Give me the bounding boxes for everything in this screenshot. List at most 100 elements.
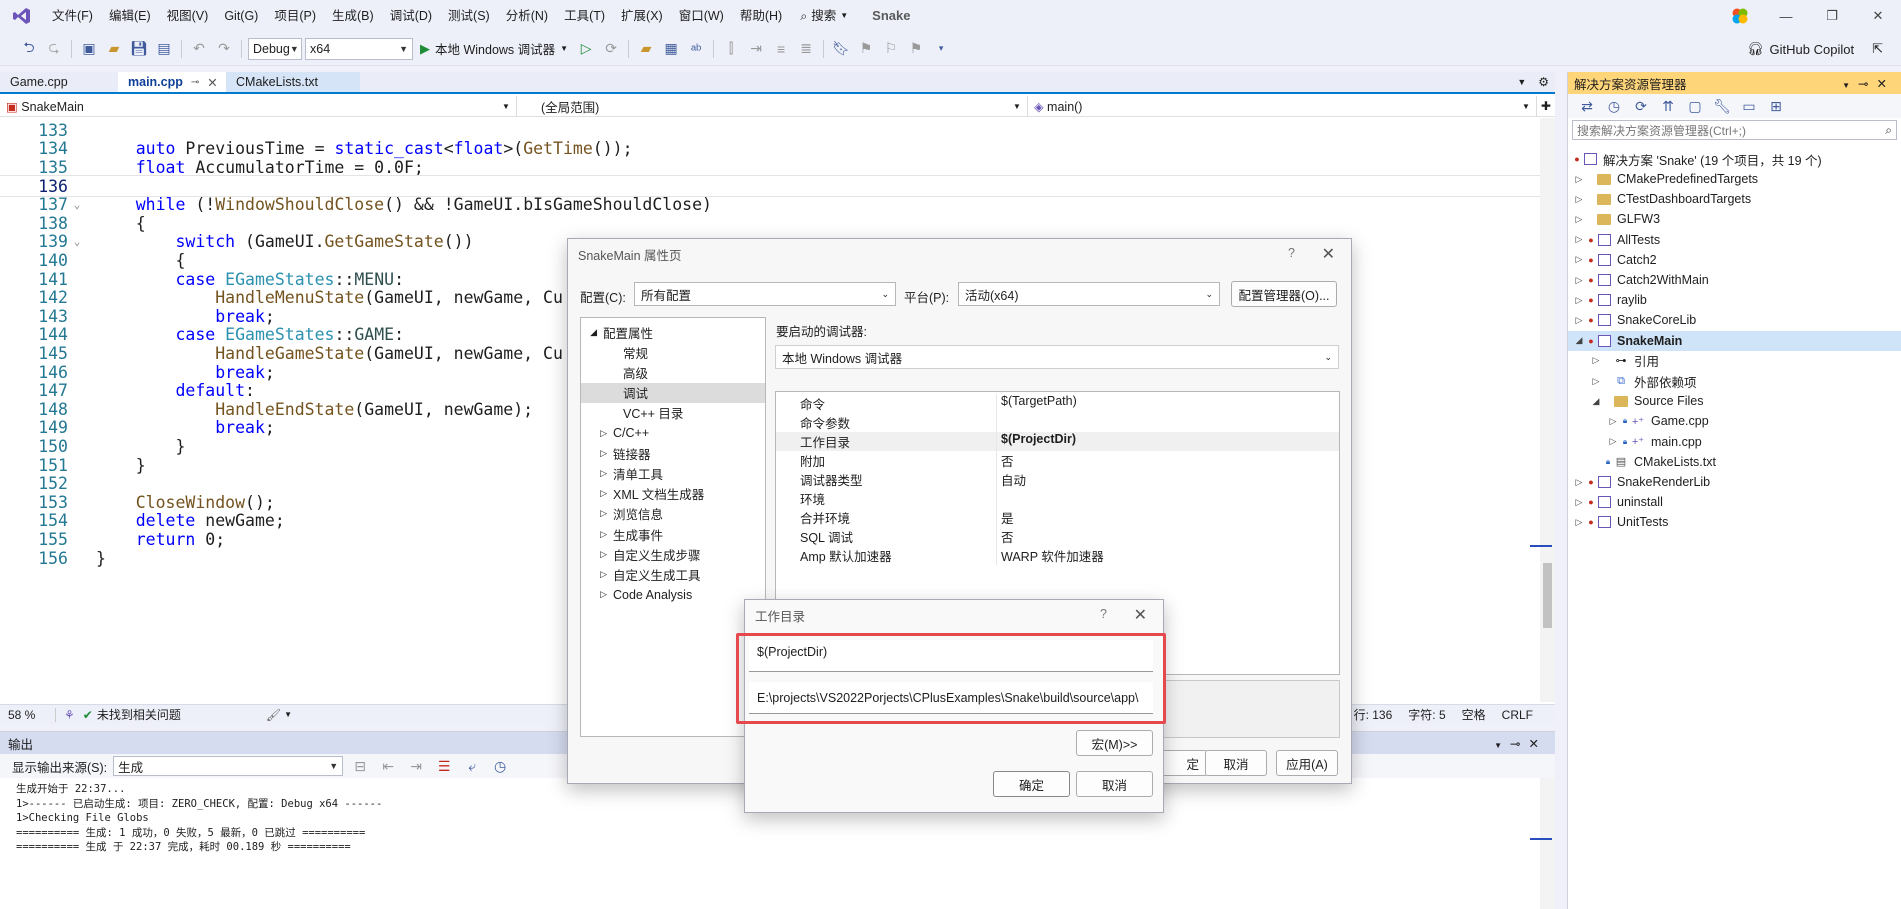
forward-icon[interactable]: ⮎: [43, 38, 65, 60]
line-indicator[interactable]: 行: 136: [1354, 706, 1409, 723]
menu-tools[interactable]: 工具(T): [556, 0, 613, 32]
comment-icon[interactable]: ≡: [770, 38, 792, 60]
bookmark-icon[interactable]: 🔖︎: [830, 38, 852, 60]
cancel-button[interactable]: 取消: [1076, 771, 1153, 797]
config-manager-button[interactable]: 配置管理器(O)...: [1231, 281, 1337, 307]
save-all-icon[interactable]: ▤: [153, 38, 175, 60]
indent-icon[interactable]: ⇥: [745, 38, 767, 60]
expand-arrow-icon[interactable]: ▷: [581, 448, 613, 459]
tree-item[interactable]: ▷ ● SnakeRenderLib: [1568, 472, 1901, 492]
close-icon[interactable]: ✕: [1134, 605, 1147, 625]
next-message-icon[interactable]: ⇥: [405, 755, 427, 777]
tree-item[interactable]: ◢ Source Files: [1568, 391, 1901, 411]
property-row[interactable]: 合并环境 是: [776, 508, 1339, 527]
tree-item[interactable]: ▷ ● raylib: [1568, 290, 1901, 310]
menu-git[interactable]: Git(G): [216, 0, 266, 32]
new-project-icon[interactable]: ▣: [78, 38, 100, 60]
output-scrollbar[interactable]: [1530, 778, 1555, 909]
expand-arrow-icon[interactable]: ▷: [581, 589, 613, 600]
expand-arrow-icon[interactable]: ▷: [1572, 497, 1586, 508]
property-tree-item[interactable]: ▷ 链接器: [581, 443, 765, 463]
expand-arrow-icon[interactable]: ▷: [1572, 194, 1586, 205]
expand-arrow-icon[interactable]: ▷: [581, 569, 613, 580]
property-tree-item[interactable]: 高级: [581, 362, 765, 382]
align-icon[interactable]: ⫿: [720, 38, 742, 60]
eol-indicator[interactable]: CRLF: [1502, 708, 1555, 722]
tree-item[interactable]: ▷ ● AllTests: [1568, 230, 1901, 250]
expand-arrow-icon[interactable]: ◢: [581, 327, 603, 338]
expand-arrow-icon[interactable]: ▷: [1589, 355, 1603, 366]
expand-arrow-icon[interactable]: ▷: [1572, 295, 1586, 306]
tree-item[interactable]: 🔒︎ ▤ CMakeLists.txt: [1568, 452, 1901, 472]
clear-bookmarks-icon[interactable]: ⚑: [905, 38, 927, 60]
zoom-level[interactable]: 58 %: [0, 707, 56, 722]
restore-icon[interactable]: ❐: [1809, 0, 1855, 32]
browse-folder-icon[interactable]: ▰: [635, 38, 657, 60]
property-tree-item[interactable]: ▷ 浏览信息: [581, 504, 765, 524]
char-indicator[interactable]: 字符: 5: [1408, 706, 1461, 723]
pin-icon[interactable]: ⊸: [1510, 737, 1528, 751]
close-icon[interactable]: ✕: [1322, 244, 1335, 264]
search-menu[interactable]: ⌕ 搜索 ▼: [790, 0, 858, 32]
back-icon[interactable]: ⮌: [18, 38, 40, 60]
prev-bookmark-icon[interactable]: ⚑: [855, 38, 877, 60]
tree-item[interactable]: ▷ CTestDashboardTargets: [1568, 189, 1901, 209]
expand-arrow-icon[interactable]: ▷: [1572, 174, 1586, 185]
prev-message-icon[interactable]: ⇤: [377, 755, 399, 777]
minimize-icon[interactable]: —: [1763, 0, 1809, 32]
tab-game-cpp[interactable]: Game.cpp: [0, 72, 118, 92]
expand-arrow-icon[interactable]: ▷: [1572, 477, 1586, 488]
scope-combo[interactable]: (全局范围) ▼: [517, 96, 1028, 116]
close-icon[interactable]: ✕: [1855, 0, 1901, 32]
wrench-icon[interactable]: 🔧︎: [1711, 95, 1733, 117]
tree-item[interactable]: ▷ ● uninstall: [1568, 492, 1901, 512]
close-icon[interactable]: ✕: [207, 75, 217, 90]
property-tree-item[interactable]: ▷ Code Analysis: [581, 585, 765, 605]
toolbar-overflow-icon[interactable]: ▾: [930, 38, 952, 60]
github-copilot-button[interactable]: 🎧︎ GitHub Copilot ⇱: [1747, 32, 1883, 66]
property-tree-item[interactable]: ▷ XML 文档生成器: [581, 484, 765, 504]
output-source-select[interactable]: 生成 ▼: [113, 756, 344, 776]
tree-item[interactable]: ▷ ● SnakeCoreLib: [1568, 310, 1901, 330]
member-combo[interactable]: ◈ main() ▼: [1028, 96, 1537, 116]
tree-item[interactable]: ▷ 🔒︎ +⁺ main.cpp: [1568, 432, 1901, 452]
timestamp-icon[interactable]: ◷: [489, 755, 511, 777]
brush-icon[interactable]: 🖌︎: [266, 708, 281, 722]
issues-status[interactable]: 未找到相关问题: [97, 706, 181, 723]
property-tree-item[interactable]: 常规: [581, 342, 765, 362]
apply-button[interactable]: 应用(A): [1276, 750, 1338, 776]
word-wrap-icon[interactable]: ⤶: [461, 755, 483, 777]
expand-arrow-icon[interactable]: ▷: [1572, 214, 1586, 225]
menu-project[interactable]: 项目(P): [266, 0, 324, 32]
expand-arrow-icon[interactable]: ▷: [581, 549, 613, 560]
property-row[interactable]: Amp 默认加速器 WARP 软件加速器: [776, 546, 1339, 565]
tree-item[interactable]: ▷ ● Catch2: [1568, 250, 1901, 270]
menu-view[interactable]: 视图(V): [159, 0, 217, 32]
menu-analyze[interactable]: 分析(N): [498, 0, 556, 32]
expand-arrow-icon[interactable]: ▷: [581, 508, 613, 519]
platform-select[interactable]: 活动(x64) ⌄: [958, 282, 1220, 306]
copilot-logo-icon[interactable]: [1717, 0, 1763, 32]
property-row[interactable]: 工作目录 $(ProjectDir): [776, 432, 1339, 451]
tree-item[interactable]: ◢ ● SnakeMain: [1568, 330, 1901, 351]
property-row[interactable]: SQL 调试 否: [776, 527, 1339, 546]
property-tree-item[interactable]: ▷ C/C++: [581, 423, 765, 443]
switch-views-icon[interactable]: ⇄: [1576, 95, 1598, 117]
pin-icon[interactable]: ⊸: [191, 77, 199, 88]
help-icon[interactable]: ?: [1288, 246, 1295, 260]
uncomment-icon[interactable]: ≣: [795, 38, 817, 60]
tree-item[interactable]: ▷ ⧉ 外部依赖项: [1568, 371, 1901, 391]
working-directory-input[interactable]: $(ProjectDir): [749, 640, 1153, 672]
ok-button[interactable]: 确定: [993, 771, 1070, 797]
tree-item[interactable]: ▷ 🔒︎ +⁺ Game.cpp: [1568, 411, 1901, 431]
chevron-down-icon[interactable]: ▼: [1494, 741, 1510, 750]
redo-icon[interactable]: ↷: [213, 38, 235, 60]
start-without-debugging-icon[interactable]: ▷: [575, 38, 597, 60]
property-tree-item[interactable]: ▷ 生成事件: [581, 524, 765, 544]
property-tree-item[interactable]: 调试: [581, 382, 765, 403]
expand-arrow-icon[interactable]: ▷: [1572, 315, 1586, 326]
expand-arrow-icon[interactable]: ▷: [1606, 416, 1620, 427]
undo-icon[interactable]: ↶: [188, 38, 210, 60]
expand-arrow-icon[interactable]: ▷: [1589, 376, 1603, 387]
tab-main-cpp[interactable]: main.cpp ⊸ ✕: [118, 72, 226, 92]
